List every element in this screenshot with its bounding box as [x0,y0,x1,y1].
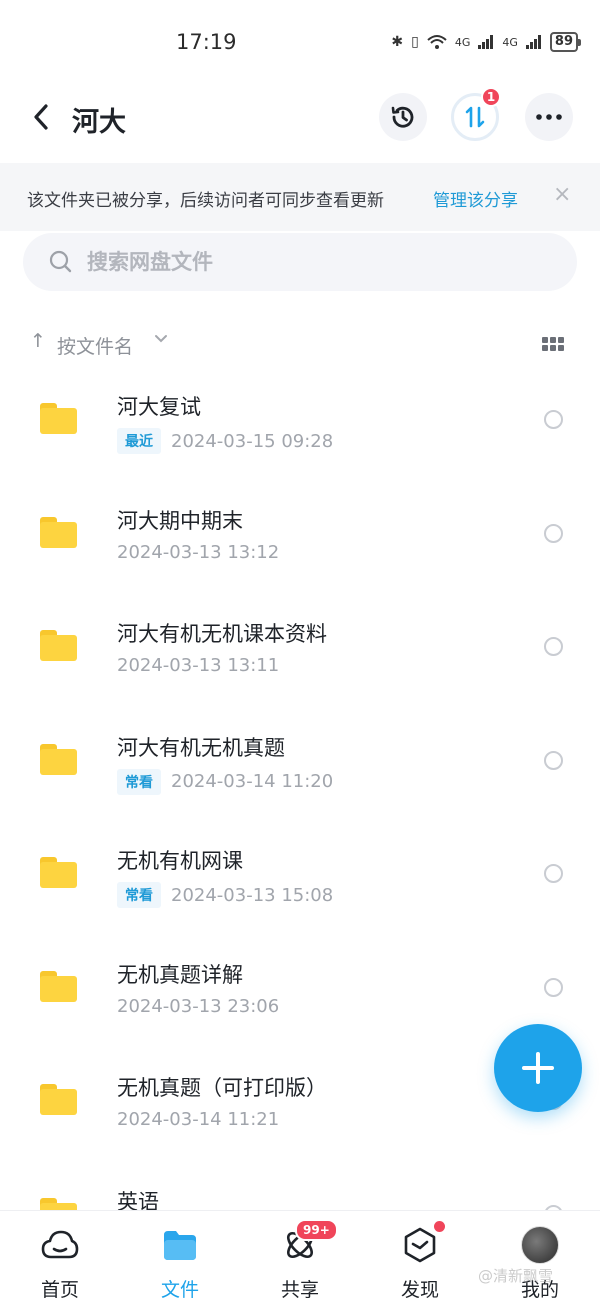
vibrate-icon: ▯ [411,34,419,50]
file-meta: 常看 2024-03-13 15:08 [117,882,333,908]
list-item[interactable]: 河大有机无机课本资料 2024-03-13 13:11 [0,597,600,711]
nav-home[interactable]: 首页 [20,1225,100,1300]
file-meta: 2024-03-13 13:11 [117,655,279,676]
search-icon [49,250,72,273]
folder-icon [40,743,77,775]
sort-by-label[interactable]: 按文件名 [57,332,133,359]
nav-home-label: 首页 [40,1279,79,1300]
battery-indicator: 89 [549,32,582,52]
plus-icon [522,1052,554,1084]
file-meta: 2024-03-13 13:12 [117,542,279,563]
chevron-left-icon [34,104,48,130]
status-icons: ✱ ▯ 4G 4G 89 [391,32,582,52]
grid-view-icon[interactable] [542,337,564,351]
share-notice-banner: 该文件夹已被分享，后续访问者可同步查看更新 管理该分享 × [0,163,600,231]
add-button[interactable] [494,1024,582,1112]
file-name: 河大期中期末 [117,508,243,533]
nav-share[interactable]: 99+ 共享 [260,1219,340,1300]
watermark: @清新飘雪 [478,1267,554,1285]
folder-icon [40,516,77,548]
avatar [521,1226,559,1264]
cube-icon [400,1225,440,1265]
bottom-nav: 首页 文件 99+ 共享 发现 我的 @清新飘雪 [0,1210,600,1300]
file-meta: 2024-03-13 23:06 [117,996,279,1017]
file-date: 2024-03-14 11:21 [117,1109,280,1130]
page-title: 河大 [72,107,126,138]
bluetooth-icon: ✱ [391,34,404,50]
sort-bar: ↑ 按文件名 [0,328,600,362]
select-checkbox[interactable] [544,977,563,997]
nav-discover-label: 发现 [400,1279,439,1300]
folder-icon [160,1225,200,1265]
search-input[interactable] [87,247,547,277]
select-checkbox[interactable] [544,750,563,770]
file-list: 河大复试 最近 2024-03-15 09:28 河大期中期末 2024-03-… [0,370,600,1278]
file-date: 2024-03-13 13:12 [117,541,280,563]
sort-direction-icon[interactable]: ↑ [30,330,46,352]
transfer-arrows-icon [465,106,485,128]
transfer-list-button[interactable]: 1 [451,87,501,141]
close-icon[interactable]: × [553,182,571,207]
list-item[interactable]: 河大有机无机真题 常看 2024-03-14 11:20 [0,711,600,825]
file-name: 无机真题详解 [117,962,243,987]
share-notice-text: 该文件夹已被分享，后续访问者可同步查看更新 [27,191,384,211]
file-name: 河大有机无机真题 [117,735,285,760]
file-meta: 最近 2024-03-15 09:28 [117,428,333,454]
file-date: 2024-03-13 23:06 [117,995,280,1017]
frequent-tag: 常看 [117,768,161,795]
more-button[interactable] [525,93,573,141]
nav-files[interactable]: 文件 [140,1225,220,1300]
history-button[interactable] [379,93,427,141]
status-bar: 17:19 ✱ ▯ 4G 4G 89 [0,0,600,86]
signal-bars-icon [478,35,494,49]
file-date: 2024-03-14 11:20 [171,771,334,792]
frequent-tag: 常看 [117,882,161,908]
top-header: 河大 1 [0,87,600,148]
file-meta: 2024-03-14 11:21 [117,1109,279,1130]
folder-icon [40,630,77,661]
recent-tag: 最近 [117,428,161,454]
nav-files-label: 文件 [160,1279,199,1300]
select-checkbox[interactable] [544,864,563,883]
notification-dot [434,1221,445,1232]
select-checkbox[interactable] [544,410,563,429]
folder-icon [40,403,77,434]
file-name: 无机真题（可打印版） [117,1076,327,1100]
file-date: 2024-03-13 15:08 [171,884,334,906]
file-name: 河大有机无机课本资料 [117,622,327,646]
list-item[interactable]: 无机有机网课 常看 2024-03-13 15:08 [0,824,600,938]
nav-profile[interactable]: 我的 [500,1225,580,1300]
search-bar[interactable] [23,233,577,291]
chevron-down-icon[interactable] [154,334,168,344]
file-date: 2024-03-15 09:28 [171,430,334,452]
file-meta: 常看 2024-03-14 11:20 [117,768,334,795]
folder-icon [40,857,77,888]
select-checkbox[interactable] [544,523,563,543]
status-time: 17:19 [176,30,237,54]
wifi-icon [427,35,447,49]
file-name: 河大复试 [117,395,201,419]
transfer-count-badge: 1 [481,87,501,107]
folder-icon [40,970,77,1002]
avatar-container [520,1225,560,1265]
cloud-icon [40,1225,80,1265]
folder-icon [40,1084,77,1115]
signal-bars-icon [525,35,541,49]
history-icon [391,106,414,128]
list-item[interactable]: 河大复试 最近 2024-03-15 09:28 [0,370,600,484]
more-horizontal-icon [536,114,562,120]
file-date: 2024-03-13 13:11 [117,655,280,676]
nav-share-label: 共享 [280,1279,319,1300]
file-name: 无机有机网课 [117,849,243,873]
list-item[interactable]: 河大期中期末 2024-03-13 13:12 [0,484,600,598]
share-count-badge: 99+ [295,1219,338,1241]
select-checkbox[interactable] [544,637,563,656]
signal-2-label: 4G [502,35,518,49]
manage-share-link[interactable]: 管理该分享 [433,186,518,211]
nav-discover[interactable]: 发现 [380,1221,460,1300]
signal-1-label: 4G [454,35,471,49]
back-button[interactable] [26,100,56,134]
